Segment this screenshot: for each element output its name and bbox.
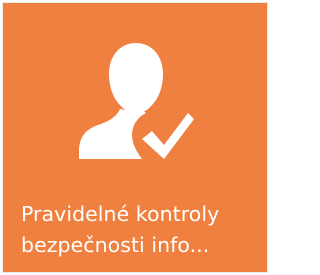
tile-label-line-1: Pravidelné kontroly — [21, 202, 220, 226]
security-check-tile[interactable]: Pravidelné kontroly bezpečnosti info... — [2, 2, 268, 273]
tile-label-line-2: bezpečnosti info... — [21, 233, 210, 257]
user-check-icon — [76, 41, 196, 171]
tile-label: Pravidelné kontroly bezpečnosti info... — [21, 199, 261, 261]
